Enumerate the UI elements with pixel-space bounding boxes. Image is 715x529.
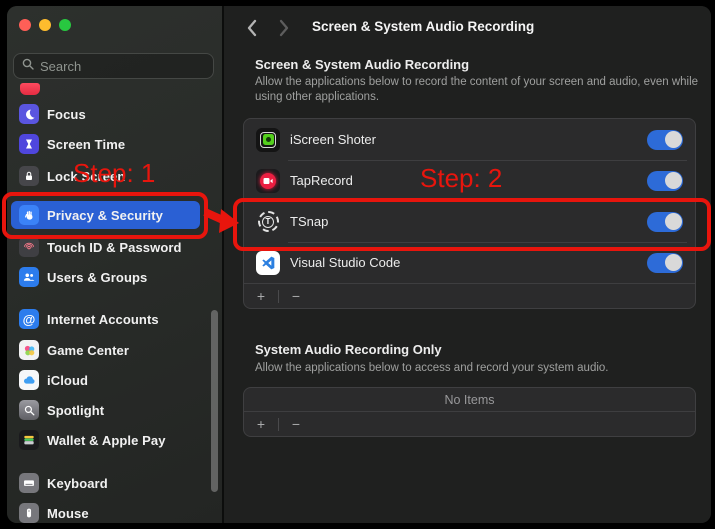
search-field[interactable] [13,53,214,79]
sidebar-item-label: Mouse [47,506,89,521]
sidebar-item-internet-accounts[interactable]: @ Internet Accounts [11,305,200,333]
game-center-bubbles-icon [19,340,39,360]
step1-annotation-text: Step: 1 [73,158,155,189]
search-icon [22,57,34,75]
page-title: Screen & System Audio Recording [312,19,534,34]
users-icon [19,267,39,287]
footer-divider [278,290,279,303]
sidebar-item-label: Wallet & Apple Pay [47,433,166,448]
taprecord-icon [256,169,280,193]
sidebar-item-label: Internet Accounts [47,312,159,327]
section2-heading: System Audio Recording Only [255,342,442,357]
zoom-window-button[interactable] [59,19,71,31]
fingerprint-icon [19,237,39,257]
sidebar-scrollbar[interactable] [211,310,218,492]
sidebar-item-label: Touch ID & Password [47,240,182,255]
sidebar-item-game-center[interactable]: Game Center [11,336,200,364]
sidebar-item-label: Game Center [47,343,129,358]
minimize-window-button[interactable] [39,19,51,31]
app-list-footer: + − [244,283,695,308]
sidebar-item-label: Users & Groups [47,270,147,285]
app-name: Visual Studio Code [290,255,637,270]
step2-annotation-text: Step: 2 [420,163,502,194]
wallet-cards-icon [19,430,39,450]
empty-list-label: No Items [244,388,695,411]
section1-heading: Screen & System Audio Recording [255,57,469,72]
add-app-button[interactable]: + [250,415,272,433]
step2-annotation-rect [233,198,711,251]
annotation-arrow [203,203,241,237]
mouse-icon [19,503,39,523]
remove-app-button[interactable]: − [285,415,307,433]
sidebar: Focus Screen Time Lock Screen Privacy & … [7,6,222,523]
sidebar-item-label: Keyboard [47,476,108,491]
vscode-icon [256,251,280,275]
section1-description: Allow the applications below to record t… [255,75,707,105]
search-input[interactable] [40,59,190,74]
toggle-iscreen-shoter[interactable] [647,130,683,150]
content-pane: Screen & System Audio Recording Screen &… [224,6,711,523]
sidebar-item-label: iCloud [47,373,88,388]
toggle-taprecord[interactable] [647,171,683,191]
forward-button[interactable] [278,19,292,37]
notifications-icon-partial [20,83,40,95]
sidebar-item-mouse[interactable]: Mouse [11,499,200,527]
sidebar-item-users-groups[interactable]: Users & Groups [11,263,200,291]
back-button[interactable] [246,19,260,37]
app-name: iScreen Shoter [290,132,637,147]
add-app-button[interactable]: + [250,287,272,305]
sidebar-item-label: Spotlight [47,403,104,418]
sidebar-item-label: Focus [47,107,86,122]
close-window-button[interactable] [19,19,31,31]
sidebar-item-label: Screen Time [47,137,125,152]
footer-divider [278,418,279,431]
sidebar-item-icloud[interactable]: iCloud [11,366,200,394]
cloud-icon [19,370,39,390]
lock-icon [19,166,39,186]
step1-annotation-rect [2,192,208,239]
sidebar-item-spotlight[interactable]: Spotlight [11,396,200,424]
system-audio-app-list: No Items + − [243,387,696,437]
moon-icon [19,104,39,124]
toggle-vscode[interactable] [647,253,683,273]
at-sign-icon: @ [19,309,39,329]
section2-description: Allow the applications below to access a… [255,361,707,376]
sidebar-item-wallet[interactable]: Wallet & Apple Pay [11,426,200,454]
sidebar-item-screen-time[interactable]: Screen Time [11,130,200,158]
remove-app-button[interactable]: − [285,287,307,305]
keyboard-icon [19,473,39,493]
iscreen-shoter-icon [256,128,280,152]
hourglass-icon [19,134,39,154]
magnifier-icon [19,400,39,420]
app-row-iscreen-shoter: iScreen Shoter [244,119,695,160]
sidebar-item-focus[interactable]: Focus [11,100,200,128]
sidebar-item-keyboard[interactable]: Keyboard [11,469,200,497]
empty-list-footer: + − [244,411,695,436]
system-settings-window: Focus Screen Time Lock Screen Privacy & … [7,6,711,523]
